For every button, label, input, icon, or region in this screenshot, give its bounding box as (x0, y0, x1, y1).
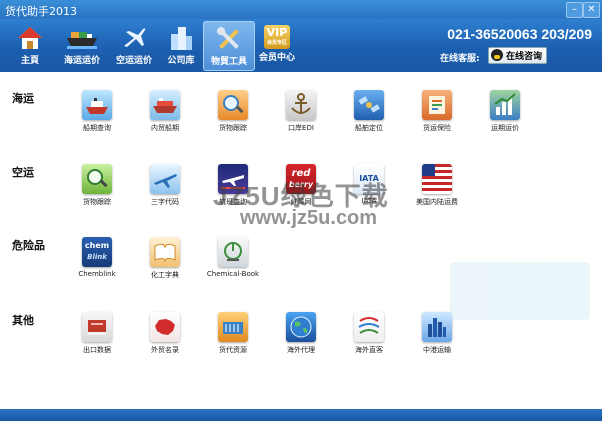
tool-label: 三字代码 (151, 198, 179, 206)
tool-label: 外贸名录 (151, 346, 179, 354)
satellite-icon (354, 90, 384, 120)
online-consult-button[interactable]: 在线咨询 (488, 47, 547, 64)
ship-icon (67, 32, 97, 49)
tool-label: 货物跟踪 (219, 124, 247, 132)
tools-panel: 海运 船期查询 内贸船期 货物跟踪 口岸EDI 船舶定位 货运保险 运期运价 空… (0, 72, 602, 409)
tool-chemblink[interactable]: chem Blink Chemblink (67, 237, 127, 278)
tool-us-inland-freight[interactable]: 美国内陆运费 (407, 164, 467, 207)
tool-forwarder-resources[interactable]: 货代资源 (203, 312, 263, 355)
window-title: 货代助手2013 (5, 5, 77, 18)
tool-label: 海外直客 (355, 346, 383, 354)
nav-air-rates-label: 空运运价 (115, 56, 152, 66)
main-toolbar: 主頁 海运运价 空运运价 公司库 物貿工具 VIP 会员专区 会员中心 021-… (0, 19, 602, 72)
tool-label: 出口数据 (83, 346, 111, 354)
online-service-label: 在线客服: (440, 54, 480, 64)
section-title-sea: 海运 (12, 92, 34, 105)
domestic-ship-icon (150, 90, 180, 120)
chemblink-text-chem: chem (84, 241, 110, 250)
tool-label: Chemblink (78, 270, 116, 278)
close-button[interactable]: ✕ (583, 2, 600, 18)
tool-label: 海外代理 (287, 346, 315, 354)
section-title-other: 其他 (12, 314, 34, 327)
magnifier-icon (82, 164, 112, 194)
tool-cargo-insurance[interactable]: 货运保险 (407, 90, 467, 133)
tool-label: 中港运输 (423, 346, 451, 354)
china-map-icon (150, 312, 180, 342)
tool-label: Chemical-Book (206, 270, 260, 278)
airplane-code-icon (150, 164, 180, 194)
section-title-dangerous-goods: 危险品 (12, 239, 45, 252)
nav-trade-tools[interactable]: 物貿工具 (203, 21, 255, 71)
tools-icon (217, 27, 239, 49)
qq-penguin-icon (491, 49, 503, 61)
section-title-air: 空运 (12, 166, 34, 179)
tool-label: 船舶定位 (355, 124, 383, 132)
nav-air-rates[interactable]: 空运运价 (108, 21, 160, 69)
tool-label: 美国内陆运费 (416, 198, 458, 206)
tool-label: 口岸EDI (288, 124, 314, 132)
tool-overseas-agents[interactable]: 海外代理 (271, 312, 331, 355)
chart-icon (490, 90, 520, 120)
flask-icon (218, 237, 248, 267)
tool-ship-position[interactable]: 船舶定位 (339, 90, 399, 133)
tool-overseas-clients[interactable]: 海外直客 (339, 312, 399, 355)
tool-chemical-dictionary[interactable]: 化工字典 (135, 237, 195, 280)
vip-icon: VIP 会员专区 (264, 25, 290, 49)
tool-export-data[interactable]: 出口数据 (67, 312, 127, 355)
nav-member-center[interactable]: VIP 会员专区 会员中心 (252, 21, 302, 69)
nav-member-center-label: 会员中心 (258, 53, 295, 63)
insurance-icon (422, 90, 452, 120)
tool-label: 货代资源 (219, 346, 247, 354)
chemblink-icon: chem Blink (82, 237, 112, 267)
city-icon (422, 312, 452, 342)
airplane-icon (124, 28, 146, 47)
minimize-button[interactable]: – (566, 2, 583, 18)
vip-sub-text: 会员专区 (266, 40, 287, 46)
tool-label: 船期查询 (83, 124, 111, 132)
home-icon (18, 27, 42, 49)
anchor-icon (286, 90, 316, 120)
nav-sea-rates-label: 海运运价 (63, 56, 100, 66)
tool-port-edi[interactable]: 口岸EDI (271, 90, 331, 133)
tool-freight-rates[interactable]: 运期运价 (475, 90, 535, 133)
tool-chemical-book[interactable]: Chemical-Book (203, 237, 263, 278)
book-icon (82, 312, 112, 342)
dictionary-icon (150, 237, 180, 267)
tool-domestic-schedule[interactable]: 内贸船期 (135, 90, 195, 133)
nav-company-db[interactable]: 公司库 (156, 21, 206, 69)
cargo-track-icon (218, 90, 248, 120)
wto-icon (354, 312, 384, 342)
ship-schedule-icon (82, 90, 112, 120)
tool-label: 运期运价 (491, 124, 519, 132)
container-icon (218, 312, 248, 342)
tool-label: 内贸船期 (151, 124, 179, 132)
globe-icon (286, 312, 316, 342)
service-phone: 021-36520063 203/209 (447, 26, 592, 42)
online-consult-label: 在线咨询 (506, 52, 543, 62)
tool-label: 货运保险 (423, 124, 451, 132)
us-flag-icon (422, 164, 452, 194)
blurred-panel (450, 262, 590, 320)
tool-label: 化工字典 (151, 271, 179, 279)
nav-home[interactable]: 主頁 (5, 21, 55, 69)
nav-trade-tools-label: 物貿工具 (210, 57, 247, 67)
vip-badge-text: VIP (266, 26, 288, 39)
nav-company-db-label: 公司库 (167, 56, 195, 66)
nav-home-label: 主頁 (20, 56, 39, 66)
title-bar: 货代助手2013 – ✕ (0, 0, 602, 19)
tool-ship-schedule[interactable]: 船期查询 (67, 90, 127, 133)
watermark-url: www.jz5u.com (240, 207, 378, 229)
buildings-icon (171, 27, 192, 50)
tool-trade-directory[interactable]: 外贸名录 (135, 312, 195, 355)
tool-label: 货物跟踪 (83, 198, 111, 206)
tool-cargo-tracking[interactable]: 货物跟踪 (203, 90, 263, 133)
status-bar (0, 409, 602, 421)
chemblink-text-blink: Blink (87, 253, 107, 261)
tool-three-letter-code[interactable]: 三字代码 (135, 164, 195, 207)
nav-sea-rates[interactable]: 海运运价 (56, 21, 108, 69)
tool-air-cargo-tracking[interactable]: 货物跟踪 (67, 164, 127, 207)
